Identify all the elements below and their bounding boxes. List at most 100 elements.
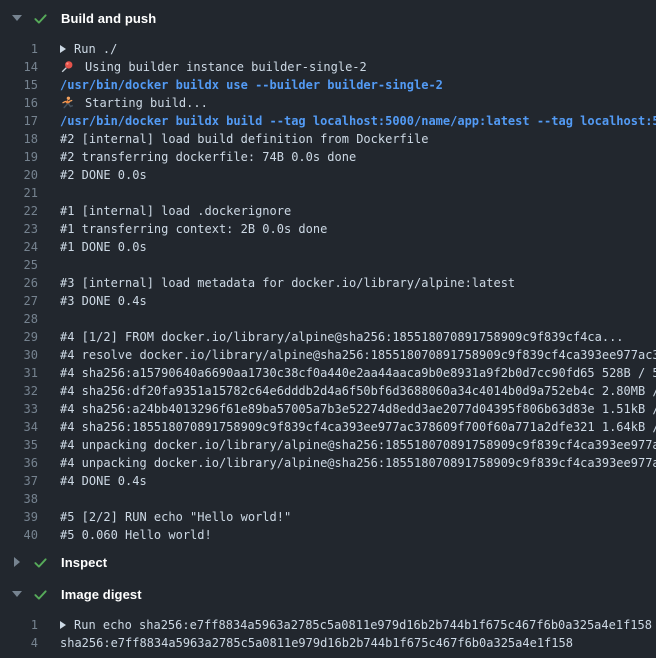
line-number[interactable]: 15 xyxy=(0,76,38,94)
log-line: 33 #4 sha256:a24bb4013296f61e89ba57005a7b… xyxy=(0,400,656,418)
chevron-down-icon xyxy=(10,15,24,21)
line-number[interactable]: 28 xyxy=(0,310,38,328)
line-content: #1 [internal] load .dockerignore xyxy=(60,202,291,220)
line-number[interactable]: 19 xyxy=(0,148,38,166)
line-number[interactable]: 18 xyxy=(0,130,38,148)
log-line: 27 #3 DONE 0.4s xyxy=(0,292,656,310)
log-line: 23 #1 transferring context: 2B 0.0s done xyxy=(0,220,656,238)
line-number[interactable]: 27 xyxy=(0,292,38,310)
line-content: /usr/bin/docker buildx build --tag local… xyxy=(60,112,656,130)
runner-icon xyxy=(60,96,78,110)
line-text: #5 0.060 Hello world! xyxy=(60,526,212,544)
line-number[interactable]: 33 xyxy=(0,400,38,418)
line-text: #5 [2/2] RUN echo "Hello world!" xyxy=(60,508,291,526)
line-number[interactable]: 16 xyxy=(0,94,38,112)
log-line: 32 #4 sha256:df20fa9351a15782c64e6dddb2d4… xyxy=(0,382,656,400)
section-title: Image digest xyxy=(61,587,142,602)
line-text: #4 sha256:a24bb4013296f61e89ba57005a7b3e… xyxy=(60,400,656,418)
line-text: Run echo sha256:e7ff8834a5963a2785c5a081… xyxy=(74,616,652,634)
log-line: 28 xyxy=(0,310,656,328)
line-number[interactable]: 17 xyxy=(0,112,38,130)
line-content: #4 unpacking docker.io/library/alpine@sh… xyxy=(60,454,656,472)
line-number[interactable]: 29 xyxy=(0,328,38,346)
log-line: 4 sha256:e7ff8834a5963a2785c5a0811e979d16… xyxy=(0,634,656,652)
section-header-inspect[interactable]: Inspect xyxy=(0,546,656,578)
line-number[interactable]: 34 xyxy=(0,418,38,436)
line-text: #3 [internal] load metadata for docker.i… xyxy=(60,274,515,292)
line-content: #2 [internal] load build definition from… xyxy=(60,130,428,148)
log-line: 26 #3 [internal] load metadata for docker… xyxy=(0,274,656,292)
line-content: #4 sha256:185518070891758909c9f839cf4ca3… xyxy=(60,418,656,436)
log-line: 39 #5 [2/2] RUN echo "Hello world!" xyxy=(0,508,656,526)
line-number[interactable]: 31 xyxy=(0,364,38,382)
log-line: 15/usr/bin/docker buildx use --builder b… xyxy=(0,76,656,94)
line-content: #4 sha256:a24bb4013296f61e89ba57005a7b3e… xyxy=(60,400,656,418)
line-text: #4 sha256:185518070891758909c9f839cf4ca3… xyxy=(60,418,656,436)
log-line: 24 #1 DONE 0.0s xyxy=(0,238,656,256)
line-text: #4 unpacking docker.io/library/alpine@sh… xyxy=(60,454,656,472)
line-text: #4 unpacking docker.io/library/alpine@sh… xyxy=(60,436,656,454)
line-number[interactable]: 23 xyxy=(0,220,38,238)
line-content: #4 sha256:a15790640a6690aa1730c38cf0a440… xyxy=(60,364,656,382)
section-header-image-digest[interactable]: Image digest xyxy=(0,578,656,610)
line-number[interactable]: 24 xyxy=(0,238,38,256)
line-number[interactable]: 1 xyxy=(0,40,38,58)
line-text: sha256:e7ff8834a5963a2785c5a0811e979d16b… xyxy=(60,634,573,652)
line-content: #4 resolve docker.io/library/alpine@sha2… xyxy=(60,346,656,364)
line-number[interactable]: 36 xyxy=(0,454,38,472)
line-number[interactable]: 20 xyxy=(0,166,38,184)
check-icon xyxy=(33,586,49,602)
section-build-and-push: Build and push 1 Run ./14Using builder ins… xyxy=(0,2,656,544)
log-line: 1 Run ./ xyxy=(0,40,656,58)
line-content: #4 [1/2] FROM docker.io/library/alpine@s… xyxy=(60,328,624,346)
line-number[interactable]: 21 xyxy=(0,184,38,202)
section-header-build-and-push[interactable]: Build and push xyxy=(0,2,656,34)
check-icon xyxy=(33,10,49,26)
line-text: #1 transferring context: 2B 0.0s done xyxy=(60,220,327,238)
section-image-digest: Image digest 1 Run echo sha256:e7ff8834a59… xyxy=(0,578,656,652)
line-text: #1 DONE 0.0s xyxy=(60,238,147,256)
line-text: #3 DONE 0.4s xyxy=(60,292,147,310)
line-number[interactable]: 35 xyxy=(0,436,38,454)
line-text: #2 [internal] load build definition from… xyxy=(60,130,428,148)
log-line: 19 #2 transferring dockerfile: 74B 0.0s d… xyxy=(0,148,656,166)
line-number[interactable]: 37 xyxy=(0,472,38,490)
line-content: Run ./ xyxy=(60,40,117,58)
log-line: 25 xyxy=(0,256,656,274)
line-content: #5 [2/2] RUN echo "Hello world!" xyxy=(60,508,291,526)
line-text: #4 sha256:df20fa9351a15782c64e6dddb2d4a6… xyxy=(60,382,656,400)
line-number[interactable]: 22 xyxy=(0,202,38,220)
line-text: #2 transferring dockerfile: 74B 0.0s don… xyxy=(60,148,356,166)
line-number[interactable]: 4 xyxy=(0,634,38,652)
line-text: #4 resolve docker.io/library/alpine@sha2… xyxy=(60,346,656,364)
log-line: 20 #2 DONE 0.0s xyxy=(0,166,656,184)
log-line: 1 Run echo sha256:e7ff8834a5963a2785c5a08… xyxy=(0,616,656,634)
line-content: Run echo sha256:e7ff8834a5963a2785c5a081… xyxy=(60,616,652,634)
line-content: #4 DONE 0.4s xyxy=(60,472,147,490)
log-line: 16 Starting build... xyxy=(0,94,656,112)
expand-run-icon[interactable] xyxy=(60,621,66,629)
line-text: /usr/bin/docker buildx use --builder bui… xyxy=(60,76,443,94)
line-number[interactable]: 26 xyxy=(0,274,38,292)
expand-run-icon[interactable] xyxy=(60,45,66,53)
log-lines: 1 Run echo sha256:e7ff8834a5963a2785c5a08… xyxy=(0,616,656,652)
pushpin-icon xyxy=(60,60,78,74)
line-content: #4 unpacking docker.io/library/alpine@sh… xyxy=(60,436,656,454)
line-number[interactable]: 25 xyxy=(0,256,38,274)
line-number[interactable]: 38 xyxy=(0,490,38,508)
line-number[interactable]: 39 xyxy=(0,508,38,526)
log-line: 14Using builder instance builder-single-… xyxy=(0,58,656,76)
section-inspect: Inspect xyxy=(0,546,656,578)
line-text: #4 DONE 0.4s xyxy=(60,472,147,490)
log-line: 18 #2 [internal] load build definition fr… xyxy=(0,130,656,148)
line-number[interactable]: 32 xyxy=(0,382,38,400)
log-lines: 1 Run ./14Using builder instance builder-… xyxy=(0,40,656,544)
line-content: #2 DONE 0.0s xyxy=(60,166,147,184)
line-number[interactable]: 1 xyxy=(0,616,38,634)
line-content: #3 DONE 0.4s xyxy=(60,292,147,310)
line-number[interactable]: 14 xyxy=(0,58,38,76)
chevron-right-icon xyxy=(10,557,24,567)
line-text: Starting build... xyxy=(85,94,208,112)
line-number[interactable]: 40 xyxy=(0,526,38,544)
line-number[interactable]: 30 xyxy=(0,346,38,364)
